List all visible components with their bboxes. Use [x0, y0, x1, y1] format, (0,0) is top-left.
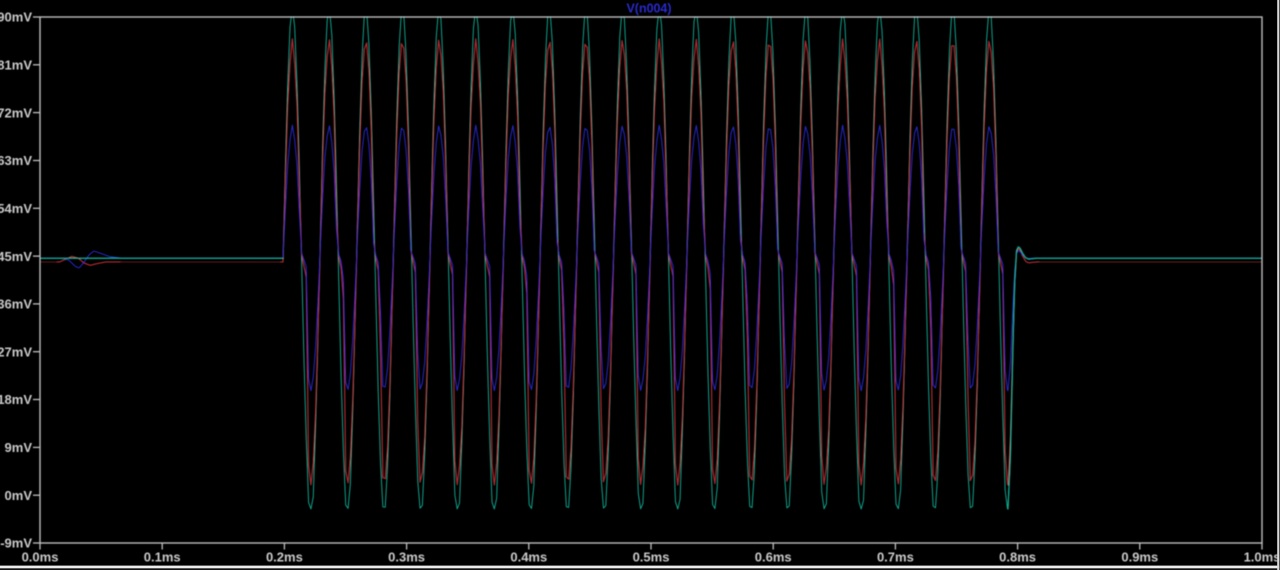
svg-text:18mV: 18mV [0, 392, 32, 407]
svg-text:0.5ms: 0.5ms [633, 550, 670, 565]
svg-text:9mV: 9mV [5, 440, 33, 455]
svg-text:81mV: 81mV [0, 58, 32, 73]
svg-text:0.4ms: 0.4ms [510, 550, 547, 565]
svg-text:0mV: 0mV [5, 488, 33, 503]
svg-text:0.8ms: 0.8ms [999, 550, 1036, 565]
svg-text:72mV: 72mV [0, 105, 32, 120]
svg-text:36mV: 36mV [0, 297, 32, 312]
svg-text:54mV: 54mV [0, 201, 32, 216]
svg-text:V(n004): V(n004) [627, 1, 672, 16]
svg-text:0.2ms: 0.2ms [266, 550, 303, 565]
svg-text:90mV: 90mV [0, 10, 32, 25]
svg-text:-9mV: -9mV [0, 536, 32, 551]
svg-text:0.6ms: 0.6ms [755, 550, 792, 565]
svg-text:0.7ms: 0.7ms [877, 550, 914, 565]
svg-text:0.9ms: 0.9ms [1121, 550, 1158, 565]
svg-text:1.0ms: 1.0ms [1244, 550, 1280, 565]
svg-text:45mV: 45mV [0, 249, 32, 264]
svg-text:0.1ms: 0.1ms [144, 550, 181, 565]
svg-text:0.3ms: 0.3ms [388, 550, 425, 565]
svg-text:0.0ms: 0.0ms [22, 550, 59, 565]
svg-text:63mV: 63mV [0, 153, 32, 168]
svg-text:27mV: 27mV [0, 344, 32, 359]
